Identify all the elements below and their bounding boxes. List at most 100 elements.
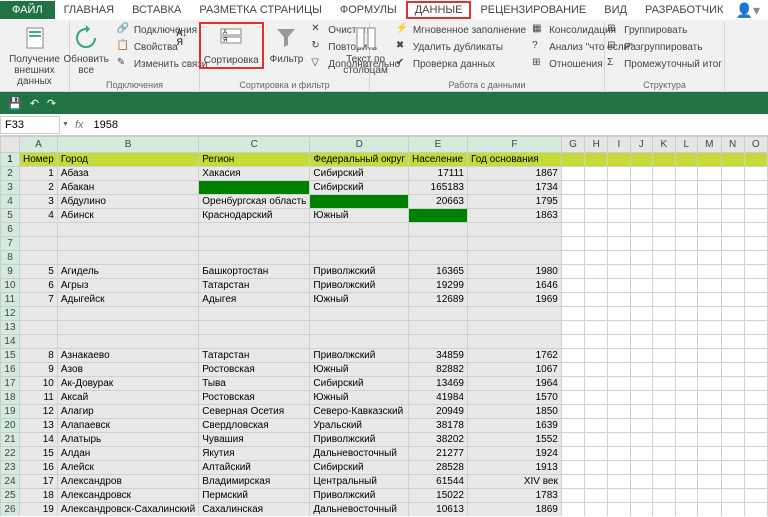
cell[interactable] xyxy=(630,461,652,475)
column-header[interactable]: O xyxy=(744,137,767,153)
column-header[interactable]: A xyxy=(19,137,57,153)
cell[interactable] xyxy=(698,503,722,517)
cell[interactable] xyxy=(57,307,198,321)
cell[interactable] xyxy=(409,209,468,223)
cell[interactable] xyxy=(721,321,744,335)
cell[interactable]: 1762 xyxy=(467,349,561,363)
header-cell[interactable]: Номер xyxy=(19,153,57,167)
cell[interactable]: 1867 xyxy=(467,167,561,181)
cell[interactable] xyxy=(675,321,697,335)
cell[interactable] xyxy=(744,405,767,419)
cell[interactable] xyxy=(608,377,630,391)
cell[interactable]: 1795 xyxy=(467,195,561,209)
cell[interactable] xyxy=(409,223,468,237)
header-cell[interactable]: Год основания xyxy=(467,153,561,167)
cell[interactable] xyxy=(721,307,744,321)
cell[interactable] xyxy=(630,503,652,517)
cell[interactable] xyxy=(585,335,608,349)
cell[interactable] xyxy=(310,335,409,349)
cell[interactable] xyxy=(675,489,697,503)
column-header[interactable]: L xyxy=(675,137,697,153)
cell[interactable]: Южный xyxy=(310,363,409,377)
cell[interactable] xyxy=(698,475,722,489)
cell[interactable] xyxy=(608,433,630,447)
cell[interactable]: 2 xyxy=(19,181,57,195)
cell[interactable] xyxy=(630,251,652,265)
cell[interactable] xyxy=(19,223,57,237)
cell[interactable]: Дальневосточный xyxy=(310,447,409,461)
cell[interactable] xyxy=(744,307,767,321)
cell[interactable] xyxy=(744,433,767,447)
cell[interactable] xyxy=(57,321,198,335)
row-header[interactable]: 18 xyxy=(1,391,20,405)
header-cell[interactable]: Город xyxy=(57,153,198,167)
cell[interactable] xyxy=(675,447,697,461)
header-cell[interactable]: Население xyxy=(409,153,468,167)
cell[interactable]: Якутия xyxy=(199,447,310,461)
cell[interactable] xyxy=(675,433,697,447)
cell[interactable] xyxy=(467,237,561,251)
cell[interactable]: 20949 xyxy=(409,405,468,419)
column-header[interactable]: M xyxy=(698,137,722,153)
cell[interactable] xyxy=(608,279,630,293)
cell[interactable] xyxy=(310,307,409,321)
cell[interactable]: 1646 xyxy=(467,279,561,293)
row-header[interactable]: 24 xyxy=(1,475,20,489)
cell[interactable] xyxy=(630,279,652,293)
cell[interactable] xyxy=(744,335,767,349)
cell[interactable]: 16 xyxy=(19,461,57,475)
cell[interactable]: Ростовская xyxy=(199,391,310,405)
cell[interactable] xyxy=(585,195,608,209)
cell[interactable] xyxy=(585,279,608,293)
cell[interactable] xyxy=(310,195,409,209)
filter-button[interactable]: Фильтр xyxy=(266,22,308,67)
cell[interactable]: Башкортостан xyxy=(199,265,310,279)
cell[interactable] xyxy=(698,391,722,405)
cell[interactable] xyxy=(675,335,697,349)
cell[interactable] xyxy=(585,377,608,391)
row-header[interactable]: 19 xyxy=(1,405,20,419)
cell[interactable] xyxy=(409,335,468,349)
cell[interactable] xyxy=(608,461,630,475)
cell[interactable]: 41984 xyxy=(409,391,468,405)
cell[interactable] xyxy=(744,223,767,237)
cell[interactable]: 38202 xyxy=(409,433,468,447)
cell[interactable] xyxy=(744,419,767,433)
cell[interactable] xyxy=(744,349,767,363)
cell[interactable] xyxy=(744,391,767,405)
row-header[interactable]: 12 xyxy=(1,307,20,321)
cell[interactable] xyxy=(675,223,697,237)
row-header[interactable]: 10 xyxy=(1,279,20,293)
menu-tab-главная[interactable]: ГЛАВНАЯ xyxy=(55,1,123,19)
cell[interactable] xyxy=(630,489,652,503)
cell[interactable] xyxy=(721,181,744,195)
row-header[interactable]: 4 xyxy=(1,195,20,209)
cell[interactable] xyxy=(561,363,584,377)
cell[interactable] xyxy=(675,237,697,251)
cell[interactable] xyxy=(467,321,561,335)
cell[interactable] xyxy=(409,237,468,251)
row-header[interactable]: 25 xyxy=(1,489,20,503)
cell[interactable] xyxy=(698,321,722,335)
cell[interactable] xyxy=(310,321,409,335)
cell[interactable] xyxy=(652,167,675,181)
cell[interactable] xyxy=(19,307,57,321)
cell[interactable] xyxy=(561,349,584,363)
column-header[interactable]: N xyxy=(721,137,744,153)
cell[interactable] xyxy=(652,433,675,447)
cell[interactable] xyxy=(744,293,767,307)
cell[interactable] xyxy=(698,349,722,363)
row-header[interactable]: 11 xyxy=(1,293,20,307)
cell[interactable] xyxy=(561,405,584,419)
cell[interactable]: 1552 xyxy=(467,433,561,447)
column-header[interactable]: C xyxy=(199,137,310,153)
cell[interactable]: Сибирский xyxy=(310,167,409,181)
cell[interactable] xyxy=(561,461,584,475)
row-header[interactable]: 17 xyxy=(1,377,20,391)
cell[interactable] xyxy=(721,293,744,307)
cell[interactable] xyxy=(721,223,744,237)
cell[interactable] xyxy=(585,209,608,223)
cell[interactable]: 8 xyxy=(19,349,57,363)
cell[interactable] xyxy=(652,391,675,405)
row-header[interactable]: 21 xyxy=(1,433,20,447)
